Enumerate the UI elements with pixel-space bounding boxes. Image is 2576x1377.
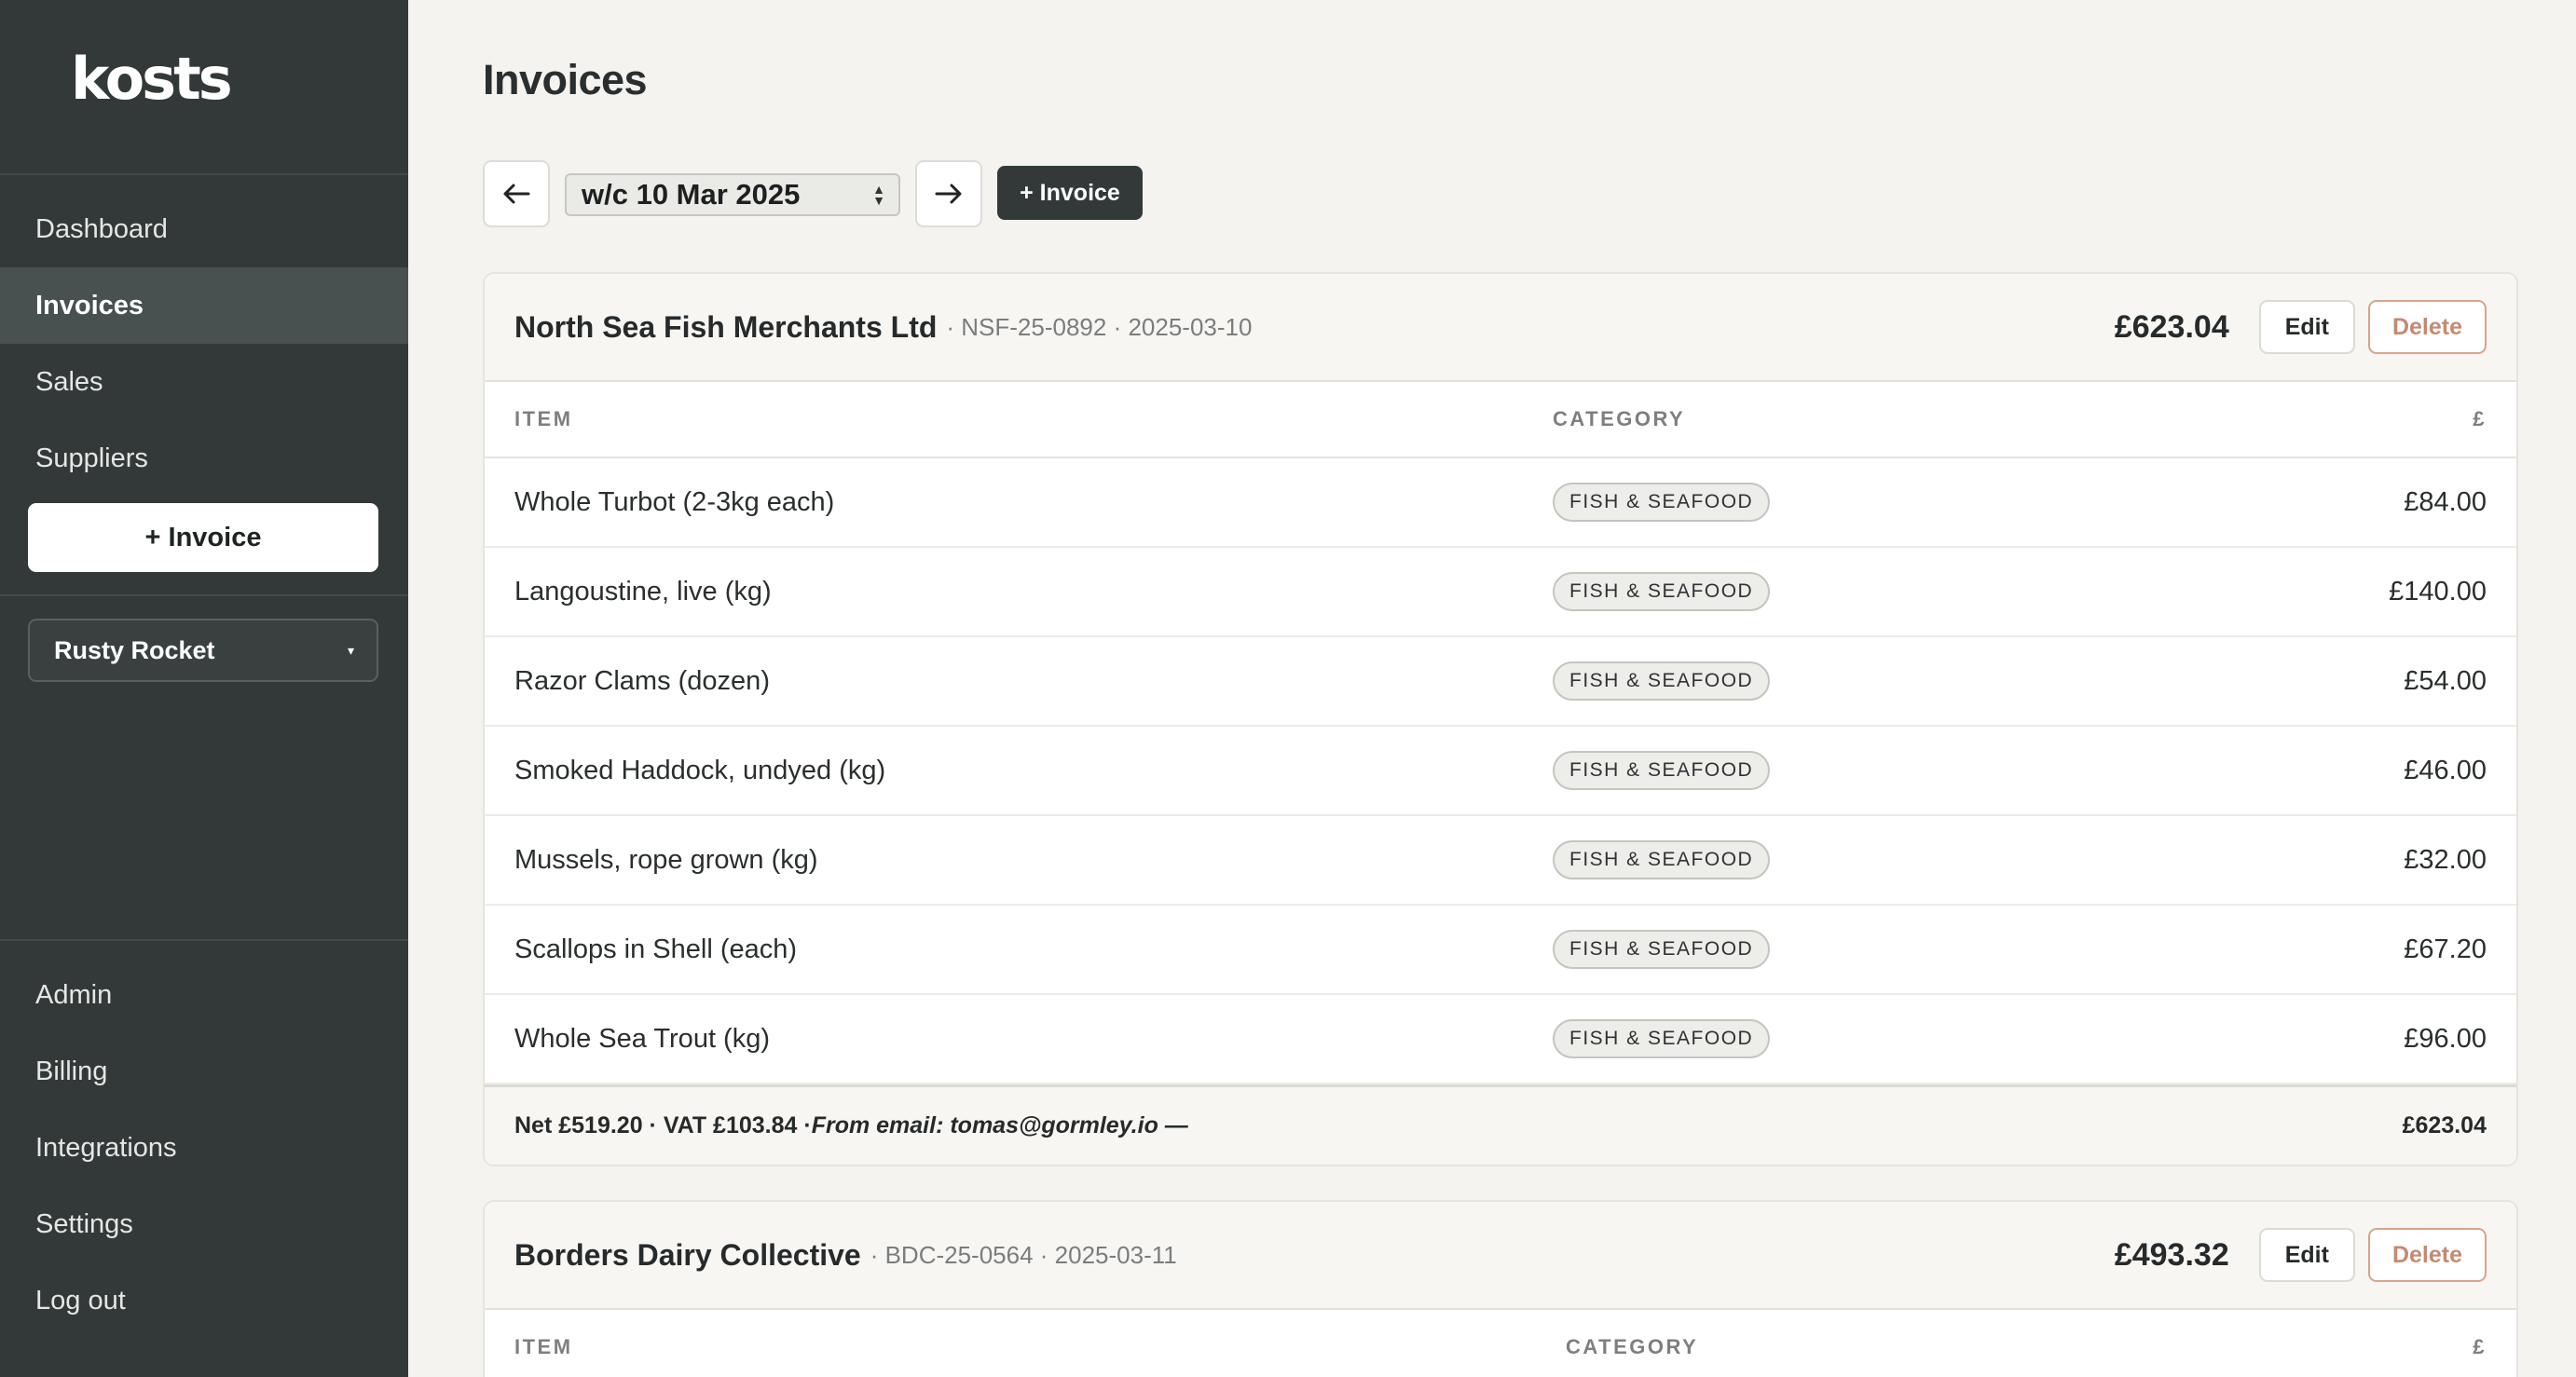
sidebar-item-integrations[interactable]: Integrations: [0, 1110, 408, 1186]
table-row: Whole Turbot (2-3kg each) FISH & SEAFOOD…: [485, 458, 2516, 548]
sidebar-item-logout[interactable]: Log out: [0, 1262, 408, 1339]
next-week-button[interactable]: [915, 160, 982, 227]
invoice-footer-total: £623.04: [2402, 1112, 2487, 1138]
item-amount: £96.00: [2404, 1023, 2487, 1054]
invoice-total: £493.32: [2114, 1236, 2229, 1273]
item-name: Mussels, rope grown (kg): [514, 844, 818, 875]
column-header-category: CATEGORY: [1566, 1335, 1699, 1358]
table-row: Whole Sea Trout (kg) FISH & SEAFOOD £96.…: [485, 995, 2516, 1084]
item-name: Langoustine, live (kg): [514, 576, 772, 607]
invoice-card: North Sea Fish Merchants Ltd · NSF-25-08…: [483, 272, 2518, 1166]
category-badge: FISH & SEAFOOD: [1553, 661, 1771, 701]
column-header-item: ITEM: [514, 1335, 573, 1358]
item-name: Whole Sea Trout (kg): [514, 1023, 770, 1054]
column-header-category: CATEGORY: [1553, 407, 1686, 430]
edit-invoice-button[interactable]: Edit: [2258, 1228, 2355, 1282]
sidebar-item-dashboard[interactable]: Dashboard: [0, 191, 408, 267]
invoice-meta: · BDC-25-0564 · 2025-03-11: [870, 1240, 1177, 1269]
category-badge: FISH & SEAFOOD: [1553, 1019, 1771, 1058]
item-name: Razor Clams (dozen): [514, 665, 770, 696]
item-amount: £46.00: [2404, 755, 2487, 785]
sidebar-divider: [0, 939, 408, 941]
item-amount: £84.00: [2404, 486, 2487, 517]
supplier-name: Borders Dairy Collective: [514, 1237, 861, 1272]
sidebar-item-sales[interactable]: Sales: [0, 344, 408, 420]
invoice-meta: · NSF-25-0892 · 2025-03-10: [946, 312, 1253, 341]
table-row: Mussels, rope grown (kg) FISH & SEAFOOD …: [485, 816, 2516, 906]
supplier-name: North Sea Fish Merchants Ltd: [514, 309, 938, 344]
caret-down-icon: ▾: [347, 642, 354, 658]
item-name: Whole Turbot (2-3kg each): [514, 486, 835, 517]
sidebar-item-settings[interactable]: Settings: [0, 1186, 408, 1262]
add-invoice-button[interactable]: + Invoice: [997, 166, 1143, 220]
item-amount: £67.20: [2404, 934, 2487, 964]
table-header-row: ITEM CATEGORY £: [485, 1310, 2516, 1377]
table-row: Razor Clams (dozen) FISH & SEAFOOD £54.0…: [485, 637, 2516, 727]
app-logo[interactable]: kosts: [71, 47, 233, 112]
previous-week-button[interactable]: [483, 160, 550, 227]
sidebar-divider: [0, 594, 408, 596]
item-amount: £32.00: [2404, 844, 2487, 875]
invoice-net-vat-summary: Net £519.20 · VAT £103.84 ·: [514, 1112, 812, 1138]
sidebar-item-admin[interactable]: Admin: [0, 957, 408, 1033]
column-header-amount: £: [2473, 1335, 2487, 1358]
column-header-amount: £: [2473, 407, 2487, 430]
select-updown-icon: ▲ ▼: [872, 182, 885, 208]
venue-select[interactable]: Rusty Rocket ▾: [28, 619, 378, 682]
invoice-card: Borders Dairy Collective · BDC-25-0564 ·…: [483, 1200, 2518, 1377]
week-select-value: w/c 10 Mar 2025: [582, 178, 801, 211]
venue-select-value: Rusty Rocket: [54, 635, 215, 664]
delete-invoice-button[interactable]: Delete: [2367, 1228, 2487, 1282]
item-amount: £54.00: [2404, 665, 2487, 696]
page-title: Invoices: [483, 56, 648, 103]
arrow-right-icon: [935, 184, 962, 204]
category-badge: FISH & SEAFOOD: [1553, 751, 1771, 790]
table-row: Langoustine, live (kg) FISH & SEAFOOD £1…: [485, 548, 2516, 637]
column-header-item: ITEM: [514, 407, 573, 430]
item-name: Smoked Haddock, undyed (kg): [514, 755, 886, 785]
category-badge: FISH & SEAFOOD: [1553, 840, 1771, 879]
table-row: Smoked Haddock, undyed (kg) FISH & SEAFO…: [485, 727, 2516, 816]
delete-invoice-button[interactable]: Delete: [2367, 300, 2487, 354]
sidebar-item-suppliers[interactable]: Suppliers: [0, 420, 408, 497]
category-badge: FISH & SEAFOOD: [1553, 572, 1771, 611]
invoice-header: Borders Dairy Collective · BDC-25-0564 ·…: [485, 1202, 2516, 1310]
arrow-left-icon: [503, 184, 530, 204]
table-header-row: ITEM CATEGORY £: [485, 382, 2516, 458]
table-row: Scallops in Shell (each) FISH & SEAFOOD …: [485, 906, 2516, 995]
sidebar-divider: [0, 173, 408, 175]
sidebar-add-invoice-button[interactable]: + Invoice: [28, 503, 378, 572]
invoice-header: North Sea Fish Merchants Ltd · NSF-25-08…: [485, 274, 2516, 382]
category-badge: FISH & SEAFOOD: [1553, 483, 1771, 522]
invoice-total: £623.04: [2114, 308, 2229, 345]
category-badge: FISH & SEAFOOD: [1553, 930, 1771, 969]
invoice-source-email: From email: tomas@gormley.io —: [811, 1112, 1188, 1138]
sidebar: kosts Dashboard Invoices Sales Suppliers…: [0, 0, 408, 1377]
sidebar-item-billing[interactable]: Billing: [0, 1033, 408, 1110]
edit-invoice-button[interactable]: Edit: [2258, 300, 2355, 354]
item-name: Scallops in Shell (each): [514, 934, 798, 964]
sidebar-item-invoices[interactable]: Invoices: [0, 267, 408, 344]
week-select[interactable]: w/c 10 Mar 2025 ▲ ▼: [565, 173, 900, 216]
invoice-footer: Net £519.20 · VAT £103.84 · From email: …: [485, 1084, 2516, 1165]
item-amount: £140.00: [2389, 576, 2487, 607]
